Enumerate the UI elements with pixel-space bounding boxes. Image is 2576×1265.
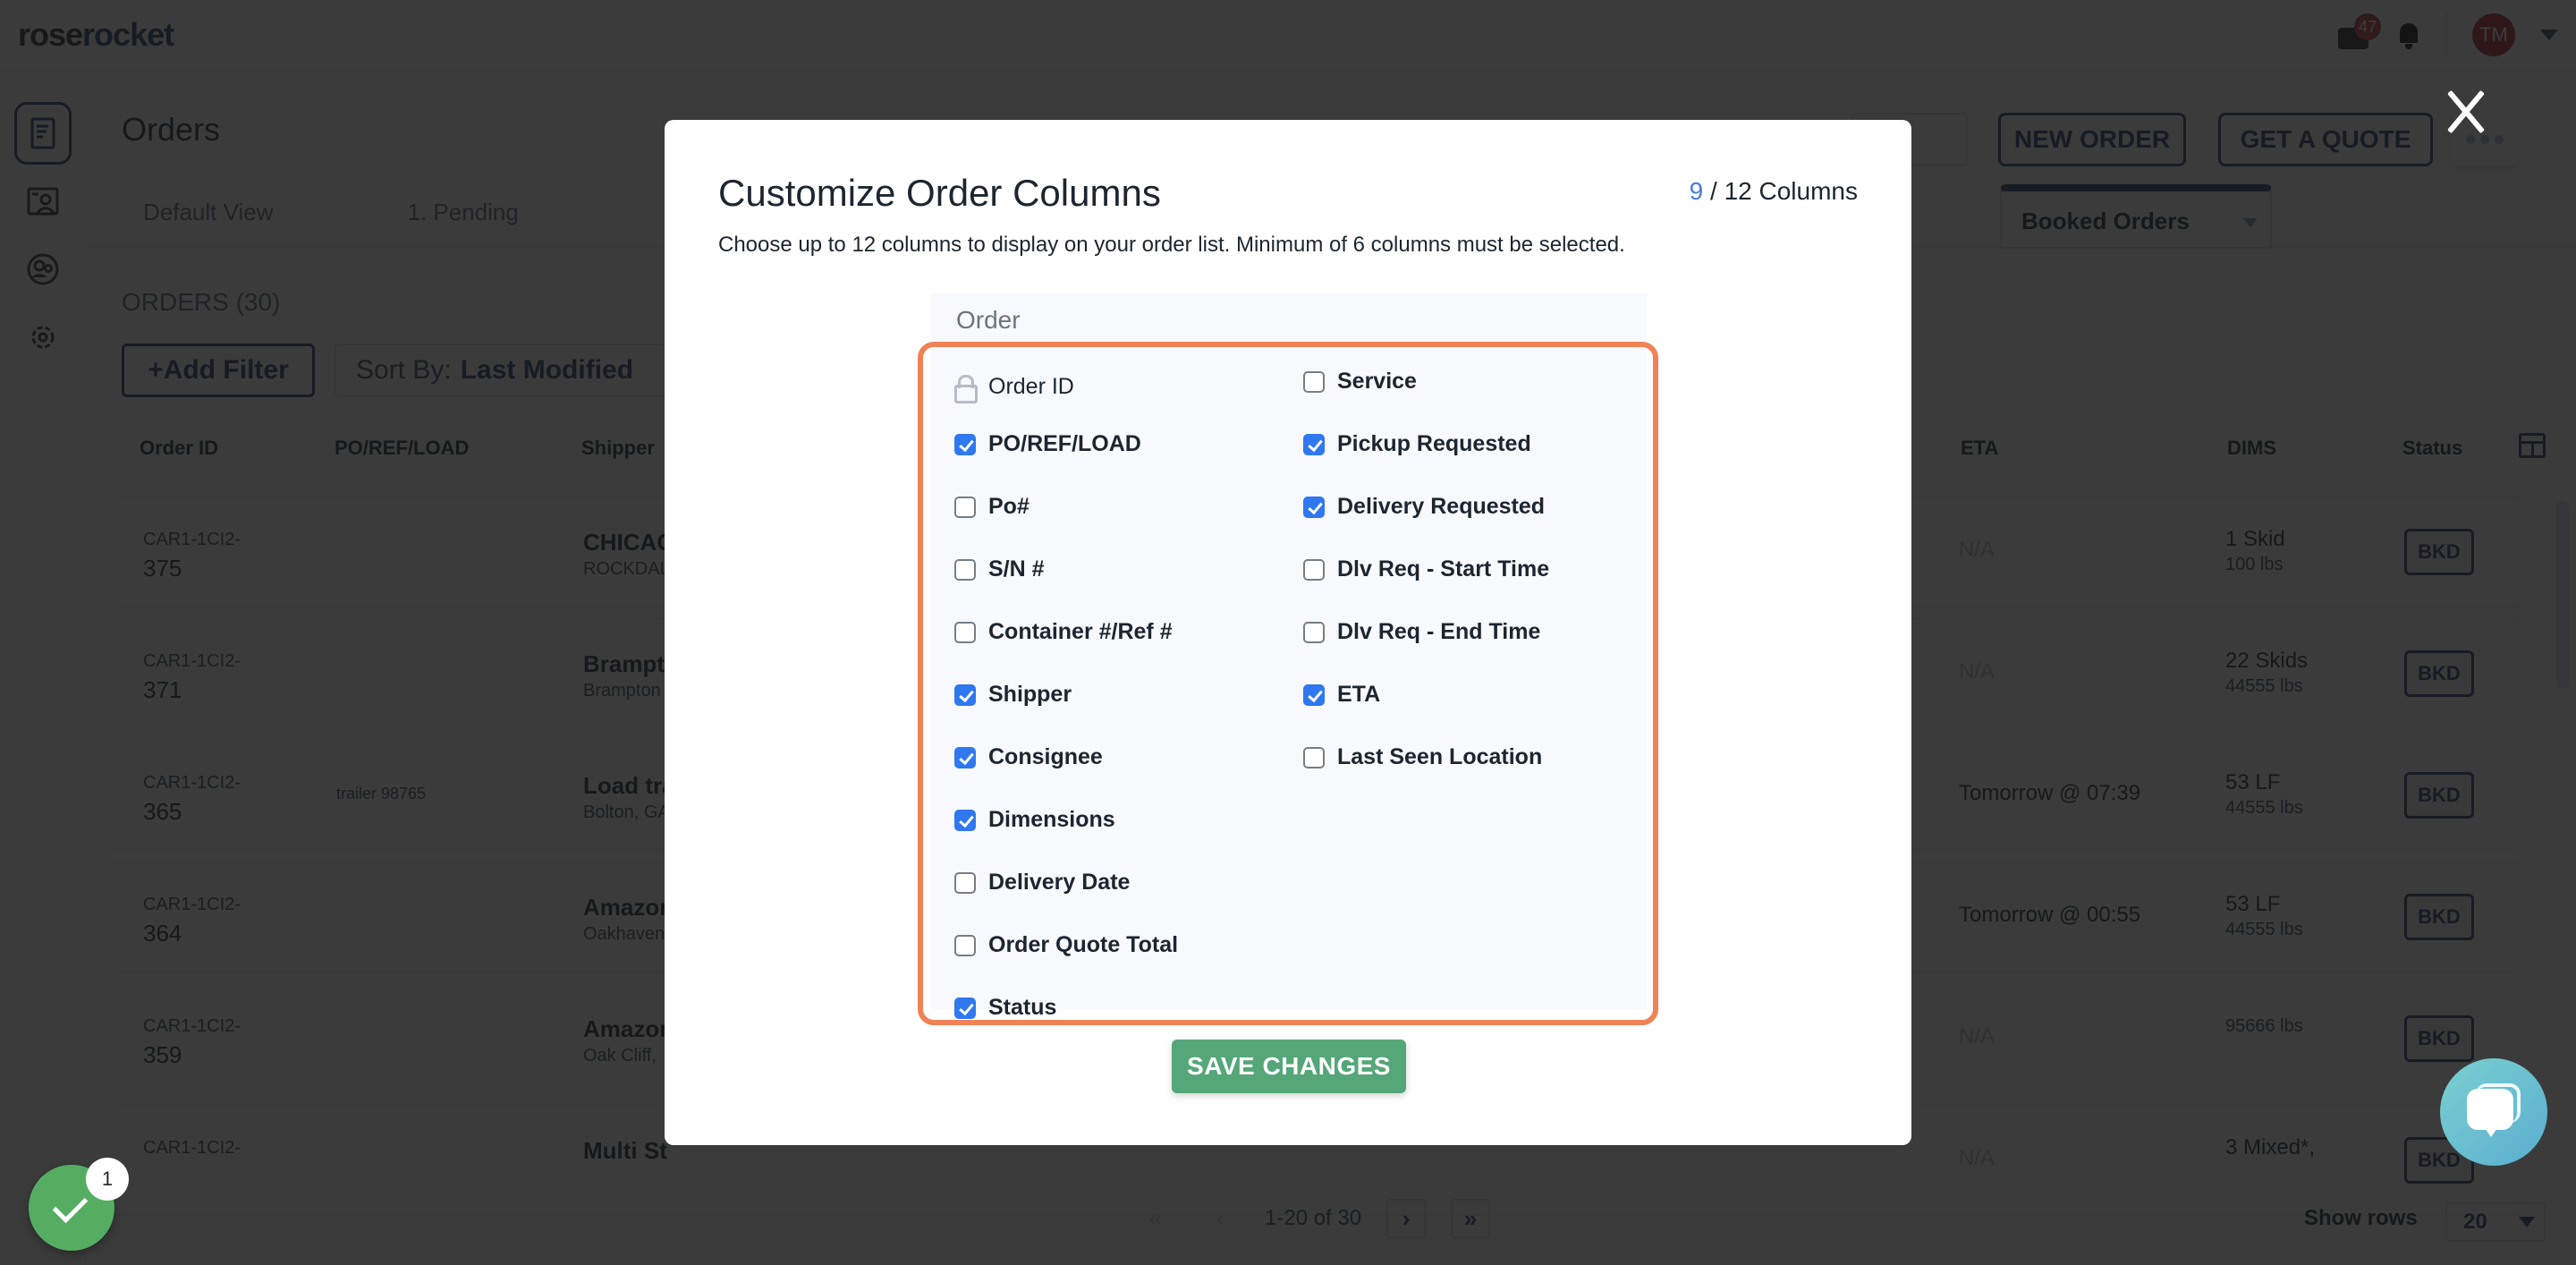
column-option-label: Delivery Requested (1337, 494, 1546, 519)
column-option[interactable]: Delivery Requested (1303, 494, 1545, 520)
save-changes-button[interactable]: SAVE CHANGES (1172, 1040, 1406, 1093)
column-option-label: Order ID (988, 374, 1074, 399)
column-option[interactable]: Status (954, 995, 1056, 1021)
column-option[interactable]: Po# (954, 494, 1030, 520)
checkbox-unchecked[interactable] (954, 496, 976, 518)
column-counter: 9 / 12 Columns (1690, 177, 1858, 206)
checkbox-unchecked[interactable] (954, 621, 976, 643)
checkbox-unchecked[interactable] (1303, 621, 1325, 643)
column-option: Order ID (954, 374, 1074, 403)
section-label: Order (956, 306, 1021, 334)
checkbox-unchecked[interactable] (954, 934, 976, 956)
checkbox-checked[interactable] (954, 809, 976, 831)
column-option[interactable]: ETA (1303, 682, 1380, 708)
checkbox-unchecked[interactable] (1303, 370, 1325, 393)
checkbox-unchecked[interactable] (954, 558, 976, 581)
max-columns: / 12 Columns (1703, 177, 1858, 205)
checkbox-unchecked[interactable] (1303, 558, 1325, 581)
column-option[interactable]: PO/REF/LOAD (954, 431, 1141, 457)
column-option-label: S/N # (988, 556, 1045, 582)
column-option[interactable]: Pickup Requested (1303, 431, 1531, 457)
column-option[interactable]: Consignee (954, 744, 1103, 770)
column-option[interactable]: Dlv Req - End Time (1303, 619, 1540, 645)
column-option-label: Dimensions (988, 807, 1115, 832)
column-option-label: Dlv Req - Start Time (1337, 556, 1550, 582)
column-option[interactable]: S/N # (954, 556, 1045, 582)
column-option[interactable]: Last Seen Location (1303, 744, 1542, 770)
checkbox-checked[interactable] (1303, 433, 1325, 455)
column-option-label: Service (1337, 369, 1417, 394)
column-option-label: Consignee (988, 744, 1103, 769)
column-option-label: Order Quote Total (988, 932, 1179, 957)
column-option-label: ETA (1337, 682, 1381, 707)
checkbox-checked[interactable] (1303, 496, 1325, 518)
column-option-label: Container #/Ref # (988, 619, 1173, 644)
chat-icon (2467, 1089, 2513, 1137)
column-option-label: Last Seen Location (1337, 744, 1543, 769)
column-option[interactable]: Order Quote Total (954, 932, 1178, 958)
column-option[interactable]: Service (1303, 369, 1417, 395)
modal-title: Customize Order Columns (718, 172, 1161, 214)
column-option[interactable]: Container #/Ref # (954, 619, 1173, 645)
checklist-badge: 1 (86, 1158, 129, 1201)
column-option[interactable]: Dlv Req - Start Time (1303, 556, 1549, 582)
close-icon[interactable] (2440, 86, 2492, 138)
column-option-label: Shipper (988, 682, 1072, 707)
checkbox-checked[interactable] (1303, 683, 1325, 706)
column-option-label: PO/REF/LOAD (988, 431, 1141, 456)
column-option[interactable]: Shipper (954, 682, 1072, 708)
column-option-label: Po# (988, 494, 1030, 519)
checkbox-checked[interactable] (954, 683, 976, 706)
lock-icon (954, 374, 978, 403)
column-option-label: Status (988, 995, 1057, 1020)
column-option-label: Delivery Date (988, 870, 1131, 895)
customize-columns-modal: Customize Order Columns 9 / 12 Columns C… (665, 120, 1911, 1145)
checkbox-checked[interactable] (954, 746, 976, 768)
checkbox-checked[interactable] (954, 433, 976, 455)
selected-count: 9 (1689, 177, 1704, 205)
column-option[interactable]: Dimensions (954, 807, 1115, 833)
column-option-label: Dlv Req - End Time (1337, 619, 1541, 644)
chat-button[interactable] (2440, 1058, 2547, 1166)
checkbox-unchecked[interactable] (1303, 746, 1325, 768)
checkbox-checked[interactable] (954, 997, 976, 1019)
modal-subtitle: Choose up to 12 columns to display on yo… (718, 233, 1625, 257)
column-option-label: Pickup Requested (1337, 431, 1531, 456)
checkbox-unchecked[interactable] (954, 871, 976, 894)
column-option[interactable]: Delivery Date (954, 870, 1130, 896)
